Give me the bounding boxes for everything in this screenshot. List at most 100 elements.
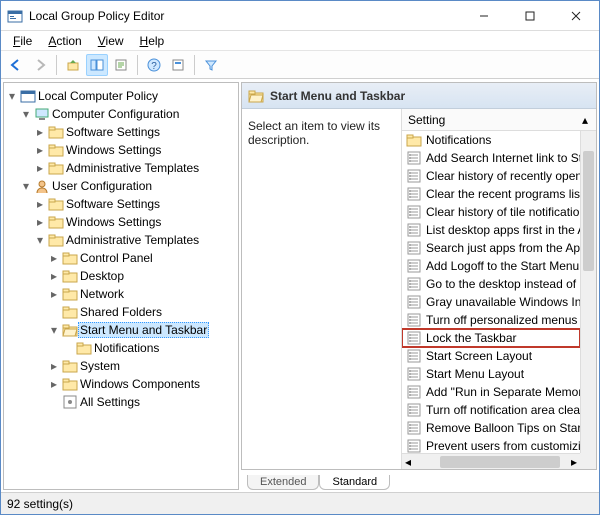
list-item-setting[interactable]: Turn off personalized menus <box>402 311 580 329</box>
tree-start-menu-taskbar[interactable]: ▾Start Menu and Taskbar <box>6 321 236 339</box>
tree-cc-software[interactable]: ▸Software Settings <box>6 123 236 141</box>
scrollbar-thumb[interactable] <box>583 151 594 271</box>
expand-icon[interactable]: ▾ <box>20 108 32 120</box>
expand-icon[interactable]: ▸ <box>48 270 60 282</box>
list-item-setting[interactable]: Start Screen Layout <box>402 347 580 365</box>
expand-icon[interactable]: ▸ <box>48 378 60 390</box>
folder-icon <box>48 142 64 158</box>
setting-icon <box>406 186 422 202</box>
back-button[interactable] <box>5 54 27 76</box>
expand-icon[interactable]: ▸ <box>48 360 60 372</box>
list-item-setting[interactable]: List desktop apps first in the Apps view <box>402 221 580 239</box>
expand-icon[interactable]: ▸ <box>48 252 60 264</box>
expand-icon[interactable]: ▸ <box>34 198 46 210</box>
tree-network[interactable]: ▸Network <box>6 285 236 303</box>
folder-icon <box>62 304 78 320</box>
tab-standard[interactable]: Standard <box>319 475 390 490</box>
scroll-right-icon[interactable]: ▸ <box>568 455 580 469</box>
list-item-label: List desktop apps first in the Apps view <box>426 223 580 237</box>
folder-icon <box>62 268 78 284</box>
tab-extended[interactable]: Extended <box>247 475 319 490</box>
filter-button[interactable] <box>200 54 222 76</box>
tree-uc-windows[interactable]: ▸Windows Settings <box>6 213 236 231</box>
list-item-setting[interactable]: Gray unavailable Windows Installer progr… <box>402 293 580 311</box>
list-item-setting[interactable]: Lock the Taskbar <box>402 329 580 347</box>
expand-icon[interactable]: ▸ <box>34 126 46 138</box>
list-item-setting[interactable]: Go to the desktop instead of Start when … <box>402 275 580 293</box>
list-item-setting[interactable]: Start Menu Layout <box>402 365 580 383</box>
column-header-setting[interactable]: Setting ▴ <box>402 109 596 131</box>
tree-notifications[interactable]: ▸Notifications <box>6 339 236 357</box>
list-item-setting[interactable]: Remove Balloon Tips on Start Menu items <box>402 419 580 437</box>
show-hide-tree-button[interactable] <box>86 54 108 76</box>
list-item-setting[interactable]: Search just apps from the Apps view <box>402 239 580 257</box>
tree-shared-folders[interactable]: ▸Shared Folders <box>6 303 236 321</box>
horizontal-scrollbar[interactable]: ◂▸ <box>402 453 580 469</box>
list-item-label: Prevent users from customizing their Sta… <box>426 439 580 453</box>
tree-desktop[interactable]: ▸Desktop <box>6 267 236 285</box>
list-item-setting[interactable]: Clear history of recently opened documen… <box>402 167 580 185</box>
setting-icon <box>406 312 422 328</box>
setting-icon <box>406 420 422 436</box>
expand-icon[interactable]: ▾ <box>20 180 32 192</box>
pane-header: Start Menu and Taskbar <box>242 83 596 109</box>
tree-root[interactable]: ▾ Local Computer Policy <box>6 87 236 105</box>
tree-uc-admin[interactable]: ▾Administrative Templates <box>6 231 236 249</box>
list-item-label: Clear the recent programs list for new u… <box>426 187 580 201</box>
tree-control-panel[interactable]: ▸Control Panel <box>6 249 236 267</box>
tree-all-settings[interactable]: ▸All Settings <box>6 393 236 411</box>
scroll-up-icon[interactable]: ▴ <box>578 113 592 127</box>
expand-icon[interactable]: ▸ <box>34 216 46 228</box>
console-tree[interactable]: ▾ Local Computer Policy ▾ Computer Confi… <box>3 82 239 490</box>
expand-icon[interactable]: ▸ <box>48 288 60 300</box>
list-item-label: Add Search Internet link to Start Menu <box>426 151 580 165</box>
maximize-button[interactable] <box>507 1 553 31</box>
list-item-setting[interactable]: Add Search Internet link to Start Menu <box>402 149 580 167</box>
scrollbar-thumb[interactable] <box>440 456 560 468</box>
setting-icon <box>406 150 422 166</box>
list-item-folder[interactable]: Notifications <box>402 131 580 149</box>
computer-icon <box>34 106 50 122</box>
export-list-button[interactable] <box>110 54 132 76</box>
setting-icon <box>406 258 422 274</box>
menu-action[interactable]: Action <box>40 32 89 50</box>
expand-icon[interactable]: ▾ <box>34 234 46 246</box>
list-item-setting[interactable]: Clear history of tile notifications on e… <box>402 203 580 221</box>
expand-icon[interactable]: ▸ <box>34 144 46 156</box>
expand-icon[interactable]: ▸ <box>34 162 46 174</box>
tree-windows-components[interactable]: ▸Windows Components <box>6 375 236 393</box>
tree-uc-software[interactable]: ▸Software Settings <box>6 195 236 213</box>
setting-icon <box>406 438 422 454</box>
close-button[interactable] <box>553 1 599 31</box>
list-item-label: Search just apps from the Apps view <box>426 241 580 255</box>
list-item-setting[interactable]: Add "Run in Separate Memory Space" check… <box>402 383 580 401</box>
expand-icon[interactable]: ▾ <box>6 90 18 102</box>
scroll-left-icon[interactable]: ◂ <box>402 455 414 469</box>
tree-computer-configuration[interactable]: ▾ Computer Configuration <box>6 105 236 123</box>
list-item-setting[interactable]: Turn off notification area cleanup <box>402 401 580 419</box>
policy-icon <box>20 88 36 104</box>
title-bar: Local Group Policy Editor <box>1 1 599 31</box>
tree-cc-admin[interactable]: ▸Administrative Templates <box>6 159 236 177</box>
properties-button[interactable] <box>167 54 189 76</box>
minimize-button[interactable] <box>461 1 507 31</box>
folder-open-icon <box>248 88 264 104</box>
collapse-icon[interactable]: ▾ <box>48 324 60 336</box>
up-button[interactable] <box>62 54 84 76</box>
tree-user-configuration[interactable]: ▾ User Configuration <box>6 177 236 195</box>
list-item-setting[interactable]: Clear the recent programs list for new u… <box>402 185 580 203</box>
list-item-label: Remove Balloon Tips on Start Menu items <box>426 421 580 435</box>
settings-list[interactable]: Notifications Add Search Internet link to… <box>402 131 596 469</box>
tree-system[interactable]: ▸System <box>6 357 236 375</box>
menu-help[interactable]: Help <box>132 32 173 50</box>
list-item-label: Turn off notification area cleanup <box>426 403 580 417</box>
menu-file[interactable]: File <box>5 32 40 50</box>
help-button[interactable]: ? <box>143 54 165 76</box>
tree-cc-windows[interactable]: ▸Windows Settings <box>6 141 236 159</box>
menu-view[interactable]: View <box>90 32 132 50</box>
vertical-scrollbar[interactable] <box>580 131 596 453</box>
forward-button[interactable] <box>29 54 51 76</box>
list-item-setting[interactable]: Add Logoff to the Start Menu <box>402 257 580 275</box>
toolbar-separator <box>137 55 138 75</box>
setting-icon <box>406 294 422 310</box>
